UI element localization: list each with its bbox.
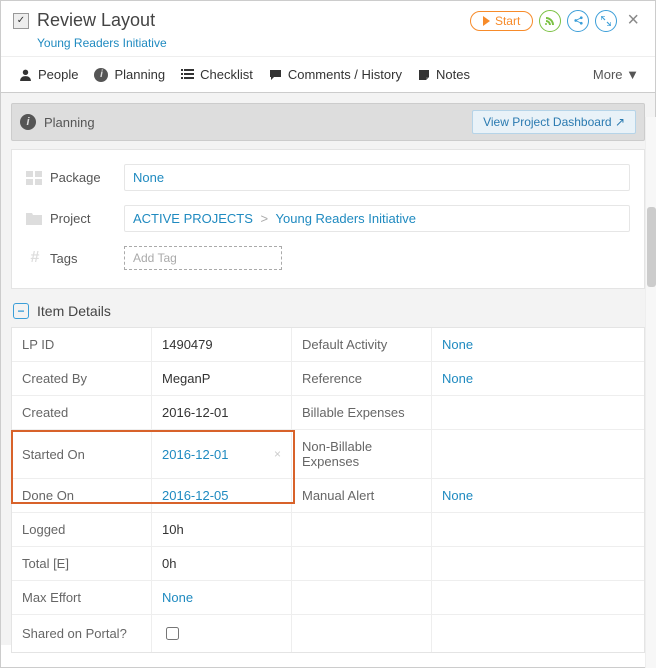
note-icon — [418, 69, 430, 81]
total-value: 0h — [152, 547, 292, 581]
tags-label: Tags — [50, 251, 124, 266]
rss-icon[interactable] — [539, 10, 561, 32]
start-label: Start — [495, 14, 520, 28]
created-value: 2016-12-01 — [152, 396, 292, 430]
planning-panel: Package None Project ACTIVE PROJECTS > Y… — [11, 149, 645, 289]
package-value: None — [133, 170, 164, 185]
sharedportal-checkbox[interactable] — [166, 627, 179, 640]
link-value: None — [442, 371, 473, 386]
doneon-label: Done On — [12, 479, 152, 513]
default-activity-label: Default Activity — [292, 328, 432, 362]
reference-value[interactable]: None — [432, 362, 644, 396]
package-label: Package — [50, 170, 124, 185]
manual-alert-label: Manual Alert — [292, 479, 432, 513]
item-details-table: LP ID 1490479 Default Activity None Crea… — [11, 327, 645, 653]
info-icon: i — [94, 68, 108, 82]
clear-icon[interactable]: × — [274, 447, 281, 461]
empty-cell — [432, 547, 644, 581]
section-title: Planning — [44, 115, 472, 130]
manual-alert-value[interactable]: None — [432, 479, 644, 513]
package-icon — [26, 171, 44, 185]
nonbillable-expenses-value[interactable] — [432, 430, 644, 479]
lpid-value: 1490479 — [152, 328, 292, 362]
startedon-value[interactable]: 2016-12-01 × — [152, 430, 292, 479]
sharedportal-label: Shared on Portal? — [12, 615, 152, 652]
project-crumb-1[interactable]: ACTIVE PROJECTS — [133, 211, 253, 226]
lpid-label: LP ID — [12, 328, 152, 362]
tab-people[interactable]: People — [11, 63, 86, 86]
link-value: None — [442, 488, 473, 503]
empty-cell — [292, 581, 432, 615]
tab-label: Notes — [436, 67, 470, 82]
comment-icon — [269, 69, 282, 81]
package-field[interactable]: None — [124, 164, 630, 191]
scrollbar[interactable] — [645, 117, 656, 668]
doneon-value[interactable]: 2016-12-05 — [152, 479, 292, 513]
item-details-title: Item Details — [37, 303, 111, 319]
chevron-right-icon: > — [257, 211, 273, 226]
tab-more[interactable]: More ▼ — [593, 67, 645, 82]
collapse-icon[interactable]: − — [13, 303, 29, 319]
hash-icon: # — [26, 249, 44, 267]
link-value: None — [162, 590, 193, 605]
createdby-value: MeganP — [152, 362, 292, 396]
planning-section-header: i Planning View Project Dashboard ↗ — [11, 103, 645, 141]
maxeffort-value[interactable]: None — [152, 581, 292, 615]
project-field[interactable]: ACTIVE PROJECTS > Young Readers Initiati… — [124, 205, 630, 232]
close-icon[interactable]: × — [623, 9, 643, 32]
nonbillable-expenses-label: Non-Billable Expenses — [292, 430, 432, 479]
list-icon — [181, 69, 194, 80]
empty-cell — [432, 513, 644, 547]
empty-cell — [432, 581, 644, 615]
empty-cell — [432, 615, 644, 652]
tab-planning[interactable]: i Planning — [86, 63, 173, 86]
maxeffort-label: Max Effort — [12, 581, 152, 615]
tab-notes[interactable]: Notes — [410, 63, 478, 86]
folder-icon — [26, 213, 44, 225]
tab-label: People — [38, 67, 78, 82]
page-title: Review Layout — [37, 10, 470, 31]
scrollbar-thumb[interactable] — [647, 207, 656, 287]
person-icon — [19, 68, 32, 81]
logged-value: 10h — [152, 513, 292, 547]
tags-input[interactable]: Add Tag — [124, 246, 282, 270]
empty-cell — [292, 547, 432, 581]
default-activity-value[interactable]: None — [432, 328, 644, 362]
tab-label: Comments / History — [288, 67, 402, 82]
expand-icon[interactable] — [595, 10, 617, 32]
empty-cell — [292, 513, 432, 547]
link-value: None — [442, 337, 473, 352]
startedon-label: Started On — [12, 430, 152, 479]
tab-bar: People i Planning Checklist Comments / H… — [1, 57, 655, 93]
share-icon[interactable] — [567, 10, 589, 32]
reference-label: Reference — [292, 362, 432, 396]
project-label: Project — [50, 211, 124, 226]
view-dashboard-button[interactable]: View Project Dashboard ↗ — [472, 110, 636, 134]
sharedportal-value[interactable] — [152, 615, 292, 652]
tab-label: Planning — [114, 67, 165, 82]
tab-comments[interactable]: Comments / History — [261, 63, 410, 86]
task-checkbox[interactable]: ✓ — [13, 13, 29, 29]
billable-expenses-value[interactable] — [432, 396, 644, 430]
link-value: 2016-12-05 — [162, 488, 229, 503]
tab-label: Checklist — [200, 67, 253, 82]
logged-label: Logged — [12, 513, 152, 547]
play-icon — [483, 16, 490, 26]
tab-checklist[interactable]: Checklist — [173, 63, 261, 86]
project-crumb-2[interactable]: Young Readers Initiative — [276, 211, 416, 226]
start-button[interactable]: Start — [470, 11, 533, 31]
billable-expenses-label: Billable Expenses — [292, 396, 432, 430]
breadcrumb-subtitle[interactable]: Young Readers Initiative — [37, 36, 643, 50]
created-label: Created — [12, 396, 152, 430]
empty-cell — [292, 615, 432, 652]
createdby-label: Created By — [12, 362, 152, 396]
content-area: i Planning View Project Dashboard ↗ Pack… — [1, 93, 655, 645]
link-value: 2016-12-01 — [162, 447, 229, 462]
total-label: Total [E] — [12, 547, 152, 581]
info-icon: i — [20, 114, 36, 130]
